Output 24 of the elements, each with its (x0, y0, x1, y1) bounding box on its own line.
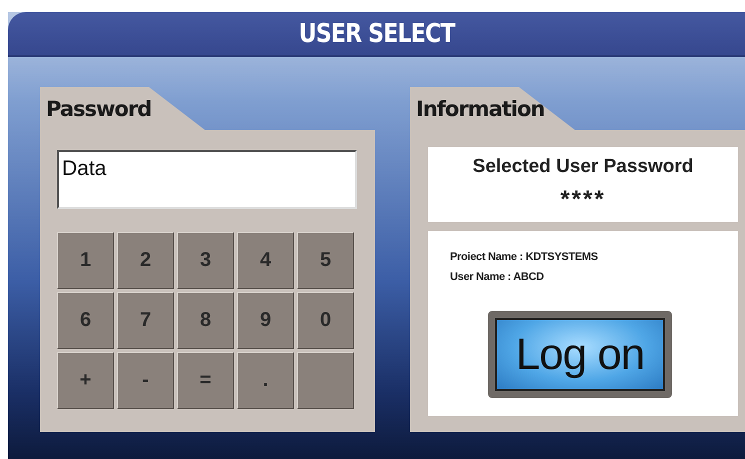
keypad-key[interactable]: 5 (297, 232, 354, 289)
panel-title: Password (46, 96, 152, 120)
keypad-key[interactable]: 8 (177, 292, 234, 349)
keypad-key[interactable]: 0 (297, 292, 354, 349)
keypad-key[interactable]: - (117, 352, 174, 409)
info-text: Proiect Name : KDTSYSTEMS (450, 251, 599, 263)
masked-password: **** (560, 186, 606, 214)
password-label: Selected User Password (472, 156, 694, 178)
keypad-key[interactable]: 3 (177, 232, 234, 289)
keypad-key[interactable]: 1 (57, 232, 114, 289)
keypad-key[interactable]: 2 (117, 232, 174, 289)
keypad-key[interactable]: . (237, 352, 294, 409)
keypad-key[interactable]: 7 (117, 292, 174, 349)
password-field[interactable]: Data (57, 150, 357, 209)
keypad-key[interactable]: + (57, 352, 114, 409)
keypad-key[interactable]: 4 (237, 232, 294, 289)
screen-title: USER SELECT (298, 18, 454, 48)
log-on-button[interactable]: Log on (488, 311, 672, 398)
keypad-key[interactable]: 9 (237, 292, 294, 349)
info-text: User Name : ABCD (450, 271, 545, 283)
panel-title: Information (416, 96, 544, 120)
keypad-key[interactable]: = (177, 352, 234, 409)
blank-key[interactable] (297, 352, 354, 409)
keypad-key[interactable]: 6 (57, 292, 114, 349)
